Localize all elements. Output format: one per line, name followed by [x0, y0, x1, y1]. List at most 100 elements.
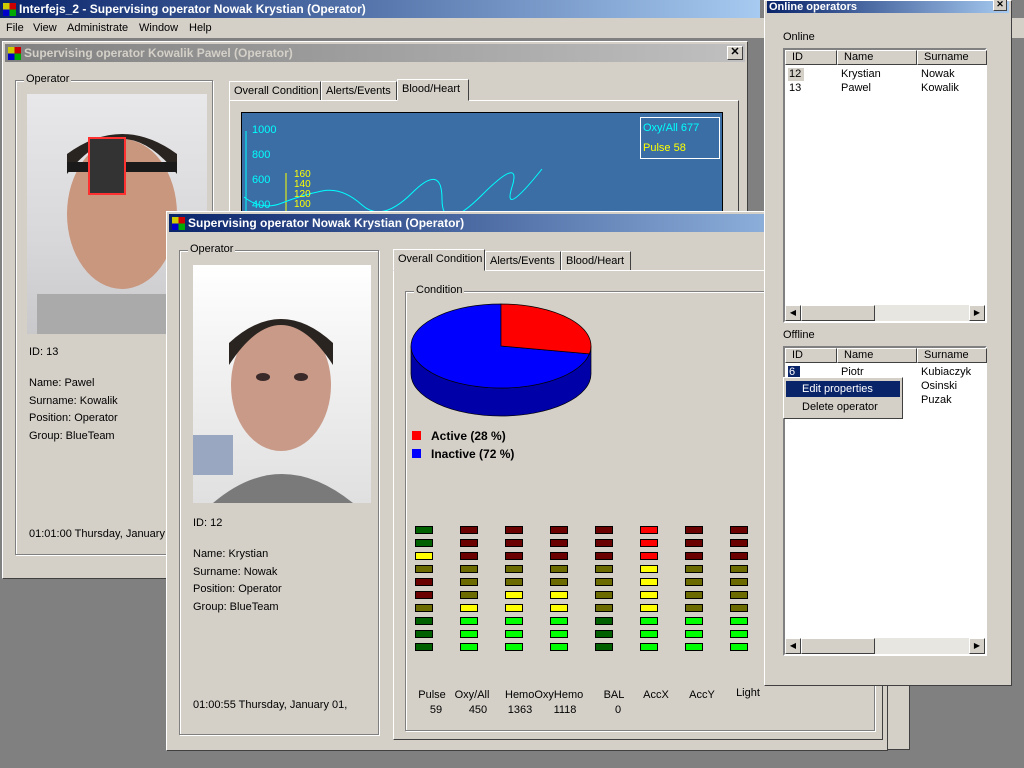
- tab-alerts-events[interactable]: Alerts/Events: [321, 81, 397, 101]
- meter-segment: [460, 539, 478, 547]
- scroll-left-icon[interactable]: ◀: [785, 638, 801, 654]
- meter-segment: [685, 591, 703, 599]
- meter-segment: [460, 604, 478, 612]
- meter-segment: [640, 643, 658, 651]
- column-name[interactable]: Name: [837, 348, 917, 363]
- menu-administrate[interactable]: Administrate: [67, 22, 128, 34]
- label-accy: AccY: [689, 689, 715, 701]
- menu-window[interactable]: Window: [139, 22, 178, 34]
- meter-segment: [550, 630, 568, 638]
- offline-row-1-surname[interactable]: Osinski: [921, 380, 957, 392]
- meter-segment: [685, 630, 703, 638]
- operator-photo: [193, 265, 371, 503]
- app-titlebar: Interfejs_2 - Supervising operator Nowak…: [0, 0, 760, 18]
- meter-segment: [505, 630, 523, 638]
- meter-segment: [640, 552, 658, 560]
- y-tick-600: 600: [252, 174, 271, 186]
- meter-segment: [640, 578, 658, 586]
- meter-segment: [685, 539, 703, 547]
- meter-segment: [505, 565, 523, 573]
- menu-item-delete-operator[interactable]: Delete operator: [786, 399, 900, 415]
- operator-position: Position: Operator: [193, 583, 282, 595]
- meter-segment: [595, 591, 613, 599]
- column-surname[interactable]: Surname: [917, 348, 987, 363]
- meter-segment: [685, 552, 703, 560]
- online-row-1-surname[interactable]: Kowalik: [921, 82, 959, 94]
- scroll-thumb[interactable]: [801, 305, 875, 321]
- meter-segment: [595, 552, 613, 560]
- menu-item-edit-label: Edit properties: [802, 383, 873, 395]
- operator-surname: Surname: Nowak: [193, 566, 278, 578]
- app-icon: [3, 2, 16, 16]
- meter-segment: [595, 539, 613, 547]
- meter-segment: [550, 552, 568, 560]
- label-light: Light: [736, 687, 760, 699]
- value-oxyhemo: 1118: [553, 704, 577, 716]
- meter-segment: [595, 578, 613, 586]
- photo-figure: [193, 319, 353, 503]
- operator-id: ID: 13: [29, 346, 59, 358]
- tab-blood-heart[interactable]: Blood/Heart: [397, 79, 469, 101]
- meter-segment: [505, 643, 523, 651]
- meter-segment: [550, 643, 568, 651]
- online-operators-window[interactable]: Online operators ✕ Online ID Name Surnam…: [764, 0, 1012, 686]
- online-row-0-surname[interactable]: Nowak: [921, 68, 955, 80]
- meter-segment: [505, 552, 523, 560]
- tab-overall-condition[interactable]: Overall Condition: [393, 249, 485, 271]
- meter-segment: [550, 565, 568, 573]
- column-id[interactable]: ID: [785, 348, 837, 363]
- meter-segment: [595, 526, 613, 534]
- meter-segment: [640, 565, 658, 573]
- condition-group-label: Condition: [414, 284, 465, 296]
- tab-alerts-events[interactable]: Alerts/Events: [485, 251, 561, 271]
- meter-segment: [595, 643, 613, 651]
- y-tick-1000: 1000: [252, 124, 277, 136]
- legend-pulse: Pulse 58: [643, 142, 686, 154]
- meter-segment: [685, 578, 703, 586]
- meter-segment: [730, 539, 748, 547]
- online-row-0-id[interactable]: 12: [789, 68, 801, 80]
- online-row-1-id[interactable]: 13: [789, 82, 801, 94]
- scroll-right-icon[interactable]: ▶: [969, 305, 985, 321]
- meter-segment: [640, 526, 658, 534]
- tab-overall-condition[interactable]: Overall Condition: [229, 81, 321, 101]
- meter-segment: [640, 591, 658, 599]
- meter-segment: [595, 604, 613, 612]
- online-list[interactable]: ID Name Surname 12 Krystian Nowak 13 Paw…: [783, 48, 987, 323]
- menu-help[interactable]: Help: [189, 22, 212, 34]
- scroll-left-icon[interactable]: ◀: [785, 305, 801, 321]
- meter-segment: [640, 604, 658, 612]
- column-id[interactable]: ID: [785, 50, 837, 65]
- online-window-title: Online operators: [769, 1, 858, 13]
- meter-segment: [415, 604, 433, 612]
- meter-segment: [730, 565, 748, 573]
- offline-row-2-surname[interactable]: Puzak: [921, 394, 952, 406]
- online-row-1-name[interactable]: Pawel: [841, 82, 871, 94]
- menu-view[interactable]: View: [33, 22, 57, 34]
- meter-segment: [730, 617, 748, 625]
- label-accx: AccX: [643, 689, 669, 701]
- meter-segment: [415, 526, 433, 534]
- blood-heart-plot: 1000 800 600 400 160 140 120 100 Oxy/All…: [241, 112, 723, 218]
- column-name[interactable]: Name: [837, 50, 917, 65]
- scroll-right-icon[interactable]: ▶: [969, 638, 985, 654]
- close-icon[interactable]: ✕: [993, 0, 1007, 11]
- online-row-0-name[interactable]: Krystian: [841, 68, 881, 80]
- offline-row-0-surname[interactable]: Kubiaczyk: [921, 366, 971, 378]
- menu-item-edit-properties[interactable]: Edit properties: [786, 381, 900, 397]
- operator-time: 01:00:55 Thursday, January 01,: [193, 699, 348, 711]
- close-icon[interactable]: ✕: [727, 46, 743, 60]
- legend-inactive-label: Inactive (72 %): [431, 447, 515, 461]
- meter-segment: [505, 539, 523, 547]
- meter-segment: [460, 565, 478, 573]
- operator-id: ID: 12: [193, 517, 223, 529]
- scroll-thumb[interactable]: [801, 638, 875, 654]
- column-surname[interactable]: Surname: [917, 50, 987, 65]
- value-bal: 0: [614, 704, 622, 716]
- y2-tick-100: 100: [294, 199, 311, 210]
- tab-blood-heart[interactable]: Blood/Heart: [561, 251, 631, 271]
- menu-file[interactable]: File: [6, 22, 24, 34]
- meter-segment: [415, 591, 433, 599]
- offline-label: Offline: [783, 329, 815, 341]
- meter-segment: [415, 617, 433, 625]
